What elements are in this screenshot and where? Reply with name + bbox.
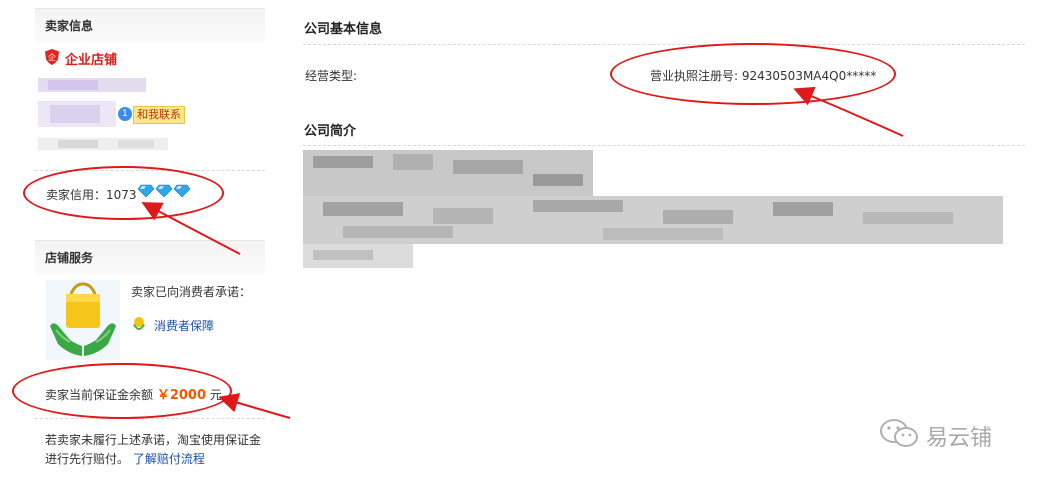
arrow-to-credit — [141, 202, 241, 255]
annotation-arrows — [141, 86, 904, 419]
arrow-to-deposit — [218, 393, 291, 419]
arrow-to-license — [793, 86, 904, 137]
